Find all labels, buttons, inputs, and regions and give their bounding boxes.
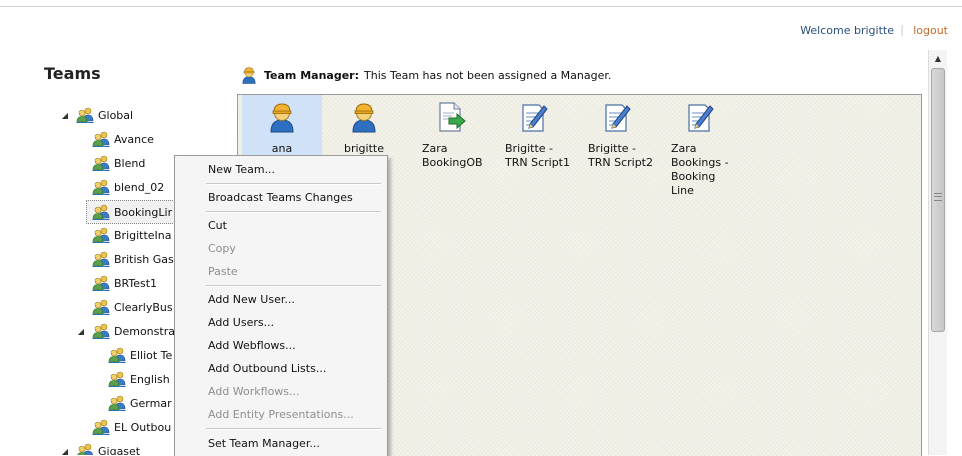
menu-separator <box>206 183 381 185</box>
script-icon <box>683 101 715 133</box>
team-icon <box>92 179 110 195</box>
tree-node-british-gas[interactable]: British Gas <box>92 248 174 270</box>
team-icon <box>108 347 126 363</box>
tree-node-english[interactable]: English <box>108 368 170 390</box>
tree-node-label: Avance <box>114 132 154 146</box>
collapse-triangle-icon[interactable]: ◢ <box>60 447 70 456</box>
tree-node-german[interactable]: Germar <box>108 392 172 414</box>
menu-item-new-team[interactable]: New Team... <box>208 160 275 180</box>
menu-item-add-outbound-lists[interactable]: Add Outbound Lists... <box>208 359 326 379</box>
manager-user-icon <box>240 66 258 84</box>
member-label: ana <box>271 142 293 155</box>
team-icon <box>92 251 110 267</box>
tree-node-clearlybus[interactable]: ClearlyBus <box>92 296 173 318</box>
tree-node-label: BRTest1 <box>114 276 158 290</box>
team-icon <box>92 227 110 243</box>
menu-separator <box>206 211 381 213</box>
menu-item-copy[interactable]: Copy <box>208 239 236 259</box>
script-icon <box>600 101 632 133</box>
member-tile-trn-script1[interactable]: Brigitte - TRN Script1 <box>493 95 573 175</box>
tree-node-label: English <box>130 372 170 386</box>
tree-node-label: Gigaset <box>98 444 141 456</box>
tree-node-label: Global <box>98 108 134 122</box>
tree-node-label: BrigitteIna <box>114 228 172 242</box>
tree-node-label: Demonstra <box>114 324 175 338</box>
tree-node-label: BookingLir <box>114 205 173 219</box>
menu-item-set-team-manager[interactable]: Set Team Manager... <box>208 434 320 454</box>
menu-item-add-new-user[interactable]: Add New User... <box>208 290 295 310</box>
teams-heading: Teams <box>44 64 101 83</box>
outbound-list-icon <box>434 101 466 133</box>
tree-node-label: EL Outbou <box>114 420 172 434</box>
tree-node-demonstra[interactable]: ◢ Demonstra <box>76 320 175 342</box>
menu-separator <box>206 428 381 430</box>
team-icon <box>108 371 126 387</box>
member-tile-zara-bookings[interactable]: Zara Bookings - Booking Line <box>659 95 739 197</box>
menu-item-add-entity-presentations[interactable]: Add Entity Presentations... <box>208 405 354 425</box>
tree-node-global[interactable]: ◢ Global <box>60 104 133 126</box>
member-tile-trn-script2[interactable]: Brigitte - TRN Script2 <box>576 95 656 175</box>
team-icon <box>108 395 126 411</box>
tree-node-label: blend_02 <box>114 180 165 194</box>
tree-node-avance[interactable]: Avance <box>92 128 154 150</box>
member-label: Brigitte - TRN Script1 <box>505 142 570 169</box>
team-icon <box>92 155 110 171</box>
team-icon <box>92 275 110 291</box>
vertical-scrollbar[interactable]: ▲ <box>928 50 947 455</box>
team-icon <box>92 131 110 147</box>
collapse-triangle-icon[interactable]: ◢ <box>76 327 86 336</box>
script-icon <box>517 101 549 133</box>
member-tile-zara-bookingob[interactable]: Zara BookingOB <box>410 95 490 175</box>
welcome-link[interactable]: Welcome brigitte <box>800 24 894 37</box>
tree-node-label: ClearlyBus <box>114 300 173 314</box>
team-manager-bar: Team Manager: This Team has not been ass… <box>240 66 611 84</box>
tree-node-el-outbound[interactable]: EL Outbou <box>92 416 171 438</box>
menu-item-add-users[interactable]: Add Users... <box>208 313 274 333</box>
menu-item-add-workflows[interactable]: Add Workflows... <box>208 382 300 402</box>
team-icon <box>92 299 110 315</box>
tree-node-label: Elliot Te <box>130 348 173 362</box>
menu-item-cut[interactable]: Cut <box>208 216 227 236</box>
team-icon <box>76 443 94 455</box>
tree-node-brigitteina[interactable]: BrigitteIna <box>92 224 172 246</box>
scroll-up-arrow-icon[interactable]: ▲ <box>931 52 945 66</box>
member-label: Brigitte - TRN Script2 <box>588 142 653 169</box>
team-manager-label: Team Manager: <box>264 68 359 82</box>
team-icon <box>92 419 110 435</box>
menu-separator <box>206 285 381 287</box>
user-icon <box>266 101 298 133</box>
grip-icon <box>934 193 942 201</box>
member-label: Zara BookingOB <box>422 142 483 169</box>
team-manager-value: This Team has not been assigned a Manage… <box>364 68 612 82</box>
menu-item-add-webflows[interactable]: Add Webflows... <box>208 336 296 356</box>
tree-node-label: Germar <box>130 396 172 410</box>
tree-node-elliot[interactable]: Elliot Te <box>108 344 172 366</box>
team-icon <box>92 204 110 220</box>
menu-item-paste[interactable]: Paste <box>208 262 238 282</box>
tree-node-label: Blend <box>114 156 146 170</box>
member-label: brigitte <box>344 142 384 155</box>
tree-node-bookingline[interactable]: BookingLir <box>86 200 178 224</box>
scroll-thumb[interactable] <box>931 68 945 332</box>
top-divider <box>0 6 962 7</box>
context-menu: New Team... Broadcast Teams Changes Cut … <box>174 155 388 456</box>
tree-node-blend[interactable]: Blend <box>92 152 145 174</box>
menu-item-broadcast-teams-changes[interactable]: Broadcast Teams Changes <box>208 188 353 208</box>
collapse-triangle-icon[interactable]: ◢ <box>60 111 70 120</box>
member-label: Zara Bookings - Booking Line <box>671 142 729 197</box>
tree-node-brtest1[interactable]: BRTest1 <box>92 272 157 294</box>
header-separator: | <box>900 23 904 36</box>
team-icon <box>76 107 94 123</box>
user-icon <box>348 101 380 133</box>
tree-node-gigaset[interactable]: ◢ Gigaset <box>60 440 140 455</box>
tree-node-label: British Gas <box>114 252 174 266</box>
logout-link[interactable]: logout <box>913 24 948 37</box>
tree-node-blend-02[interactable]: blend_02 <box>92 176 164 198</box>
team-icon <box>92 323 110 339</box>
